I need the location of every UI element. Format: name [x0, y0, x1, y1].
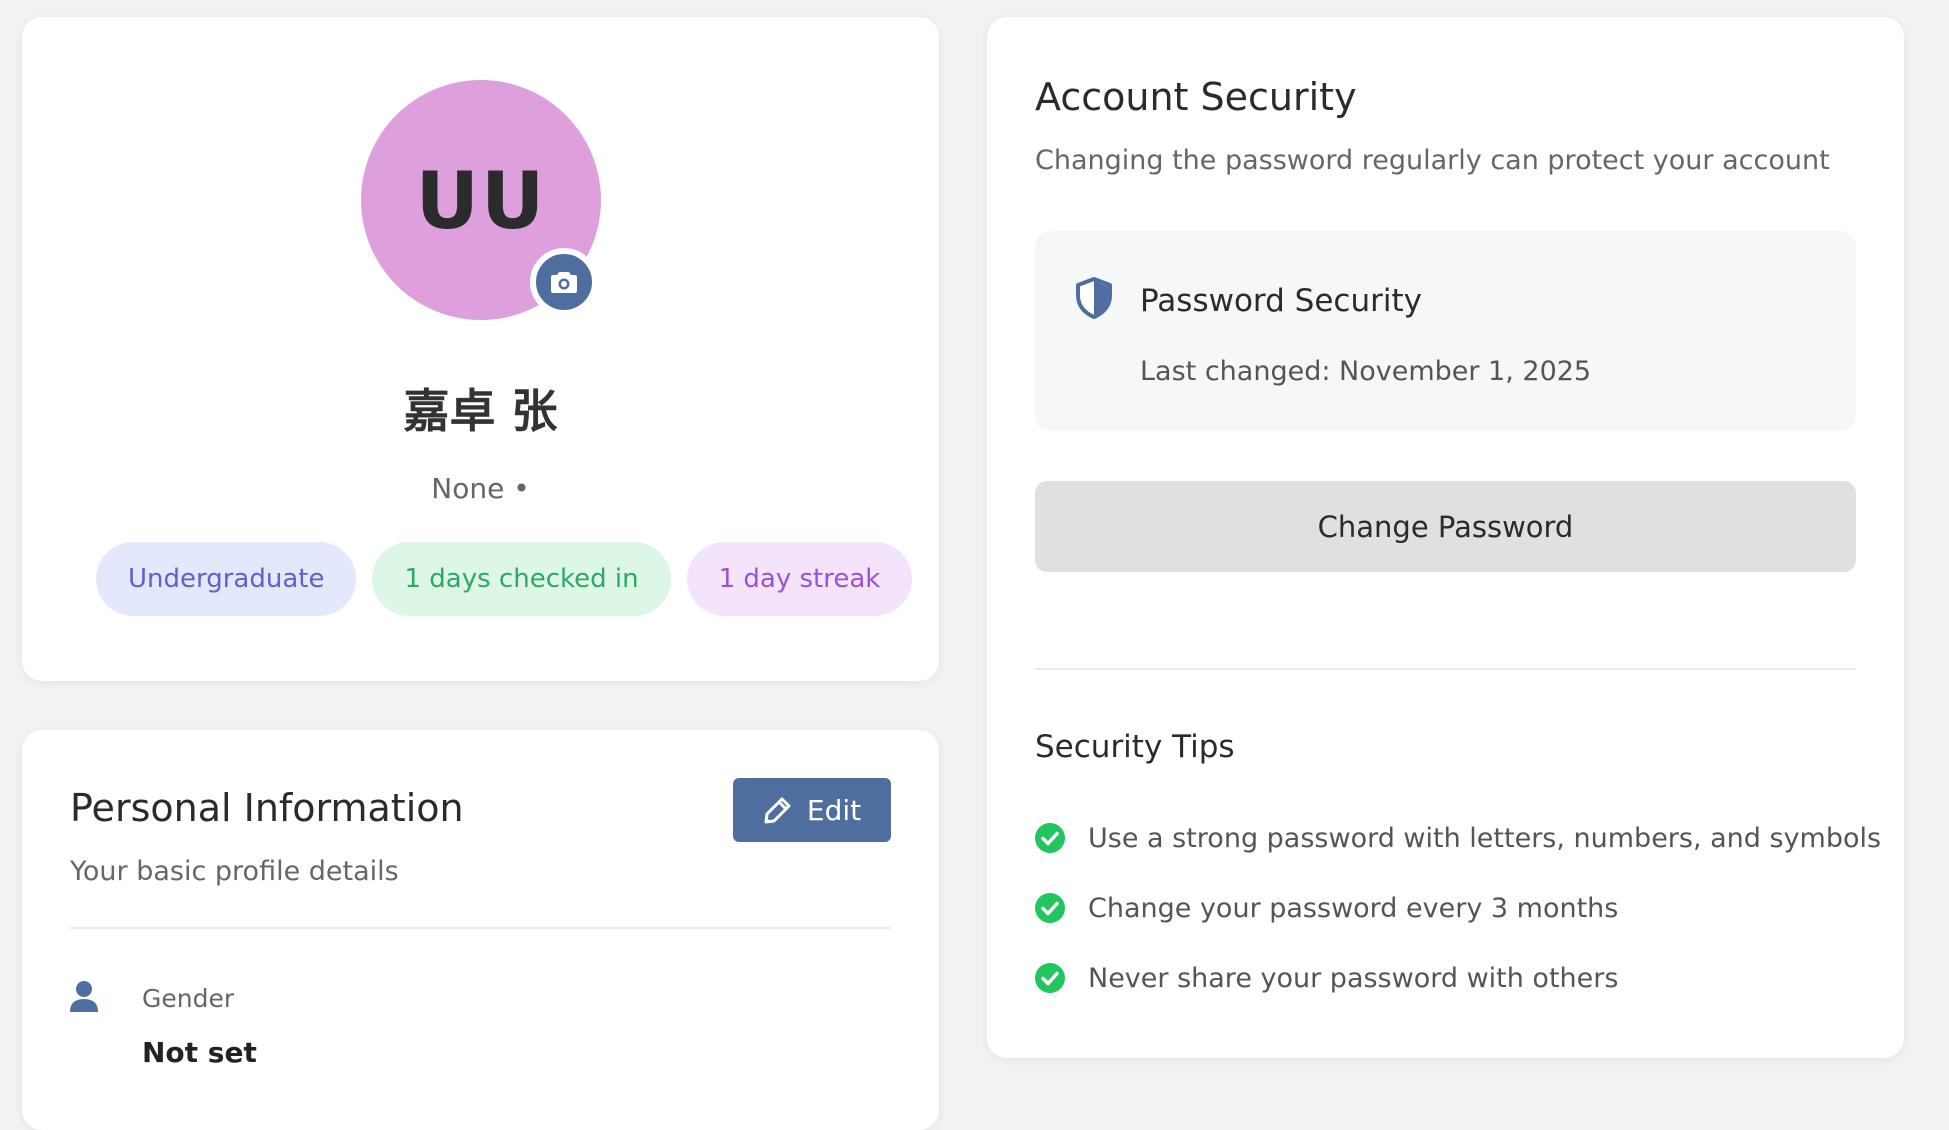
- security-description: Changing the password regularly can prot…: [1035, 145, 1830, 176]
- password-security-title: Password Security: [1140, 283, 1422, 319]
- list-item: Change your password every 3 months: [1035, 873, 1881, 943]
- security-title: Account Security: [1035, 75, 1357, 119]
- user-icon: [70, 980, 98, 1012]
- checkin-badge: 1 days checked in: [372, 542, 671, 616]
- edit-button[interactable]: Edit: [733, 778, 891, 842]
- check-circle-icon: [1035, 893, 1065, 923]
- gender-label: Gender: [142, 984, 235, 1013]
- password-last-changed: Last changed: November 1, 2025: [1140, 356, 1592, 387]
- check-circle-icon: [1035, 823, 1065, 853]
- badge-row: Undergraduate 1 days checked in 1 day st…: [96, 542, 913, 616]
- change-password-button[interactable]: Change Password: [1035, 481, 1856, 572]
- change-avatar-button[interactable]: [530, 248, 598, 316]
- divider: [1035, 668, 1856, 670]
- personal-info-title: Personal Information: [70, 786, 464, 830]
- check-circle-icon: [1035, 963, 1065, 993]
- edit-label: Edit: [806, 793, 862, 827]
- pencil-icon: [763, 795, 793, 825]
- list-item: Use a strong password with letters, numb…: [1035, 803, 1881, 873]
- profile-card: UU 嘉卓 张 None • Undergraduate 1 days chec…: [22, 17, 939, 681]
- profile-name: 嘉卓 张: [403, 384, 558, 438]
- account-security-card: Account Security Changing the password r…: [987, 17, 1904, 1058]
- avatar-initials: UU: [415, 157, 547, 247]
- camera-icon: [550, 270, 578, 294]
- tip-text: Change your password every 3 months: [1088, 892, 1619, 924]
- role-badge: Undergraduate: [96, 542, 357, 616]
- personal-info-card: Personal Information Your basic profile …: [22, 730, 939, 1130]
- password-security-panel: Password Security Last changed: November…: [1035, 231, 1856, 431]
- divider: [70, 927, 891, 929]
- security-tips-title: Security Tips: [1035, 729, 1235, 765]
- tip-text: Use a strong password with letters, numb…: [1088, 822, 1882, 854]
- gender-value: Not set: [142, 1036, 257, 1069]
- security-tips-list: Use a strong password with letters, numb…: [1035, 803, 1881, 1013]
- tip-text: Never share your password with others: [1088, 962, 1619, 994]
- list-item: Never share your password with others: [1035, 943, 1881, 1013]
- streak-badge: 1 day streak: [686, 542, 913, 616]
- shield-icon: [1075, 277, 1113, 319]
- profile-subtitle: None •: [431, 472, 530, 505]
- personal-info-description: Your basic profile details: [70, 856, 399, 887]
